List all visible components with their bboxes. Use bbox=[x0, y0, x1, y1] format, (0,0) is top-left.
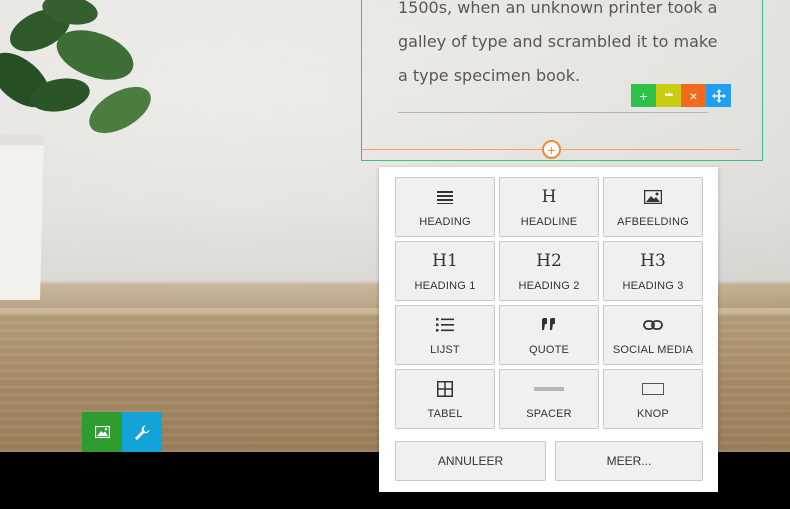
tile-spacer[interactable]: SPACER bbox=[499, 369, 599, 429]
text-line-2: galley of type and scrambled it to make bbox=[398, 32, 718, 51]
text-line-1: 1500s, when an unknown printer took a bbox=[398, 0, 718, 17]
tile-label: TABEL bbox=[427, 408, 463, 420]
lines-icon bbox=[437, 186, 453, 208]
more-options-button[interactable]: ••• bbox=[656, 84, 681, 107]
more-button[interactable]: MEER... bbox=[555, 441, 703, 481]
list-icon bbox=[436, 314, 454, 336]
image-tools bbox=[82, 412, 162, 452]
spacer-icon bbox=[534, 378, 564, 400]
image-icon bbox=[644, 186, 662, 208]
tile-list[interactable]: LIJST bbox=[395, 305, 495, 365]
add-block-button[interactable]: + bbox=[631, 84, 656, 107]
text-block[interactable]: 1500s, when an unknown printer took a ga… bbox=[361, 0, 763, 161]
ellipsis-icon: ••• bbox=[664, 90, 673, 101]
h1-icon: H1 bbox=[432, 251, 458, 271]
block-toolbar: + ••• × bbox=[631, 84, 731, 107]
tile-label: SPACER bbox=[526, 408, 572, 420]
button-icon bbox=[642, 378, 664, 400]
tile-image[interactable]: AFBEELDING bbox=[603, 177, 703, 237]
tile-label: SOCIAL MEDIA bbox=[612, 344, 694, 356]
wrench-icon bbox=[134, 425, 149, 440]
tile-label: KNOP bbox=[637, 408, 669, 420]
delete-block-button[interactable]: × bbox=[681, 84, 706, 107]
tile-label: HEADING 3 bbox=[622, 280, 684, 292]
table-icon bbox=[437, 378, 453, 400]
link-icon bbox=[643, 314, 663, 336]
h2-icon: H2 bbox=[536, 251, 562, 271]
tile-button[interactable]: KNOP bbox=[603, 369, 703, 429]
add-block-panel: HEADING H HEADLINE AFBEELDING H1 HEADING… bbox=[379, 167, 718, 492]
tile-table[interactable]: TABEL bbox=[395, 369, 495, 429]
tile-social-media[interactable]: SOCIAL MEDIA bbox=[603, 305, 703, 365]
plant-image bbox=[0, 0, 151, 300]
change-image-button[interactable] bbox=[82, 412, 122, 452]
tile-heading-1[interactable]: H1 HEADING 1 bbox=[395, 241, 495, 301]
tile-label: QUOTE bbox=[528, 344, 570, 356]
close-icon: × bbox=[689, 87, 698, 104]
headline-icon: H bbox=[541, 187, 557, 207]
tile-label: HEADING bbox=[419, 216, 471, 228]
h3-icon: H3 bbox=[640, 251, 666, 271]
tile-heading[interactable]: HEADING bbox=[395, 177, 495, 237]
tile-quote[interactable]: QUOTE bbox=[499, 305, 599, 365]
tile-headline[interactable]: H HEADLINE bbox=[499, 177, 599, 237]
tile-heading-2[interactable]: H2 HEADING 2 bbox=[499, 241, 599, 301]
tile-label: LIJST bbox=[430, 344, 460, 356]
cancel-button[interactable]: ANNULEER bbox=[395, 441, 546, 481]
divider bbox=[398, 112, 708, 113]
tile-heading-3[interactable]: H3 HEADING 3 bbox=[603, 241, 703, 301]
tile-label: HEADLINE bbox=[520, 216, 578, 228]
insert-block-button[interactable]: + bbox=[542, 140, 561, 159]
tile-label: AFBEELDING bbox=[617, 216, 689, 228]
tile-label: HEADING 1 bbox=[414, 280, 476, 292]
quote-icon bbox=[541, 314, 557, 336]
tile-label: HEADING 2 bbox=[518, 280, 580, 292]
image-icon bbox=[94, 426, 110, 438]
move-arrows-icon bbox=[711, 88, 726, 103]
paragraph-text[interactable]: 1500s, when an unknown printer took a ga… bbox=[398, 0, 718, 93]
settings-button[interactable] bbox=[122, 412, 162, 452]
panel-actions: ANNULEER MEER... bbox=[395, 441, 703, 481]
move-block-button[interactable] bbox=[706, 84, 731, 107]
plus-icon: + bbox=[639, 87, 648, 104]
plus-icon: + bbox=[547, 141, 556, 158]
block-type-grid: HEADING H HEADLINE AFBEELDING H1 HEADING… bbox=[395, 177, 703, 429]
